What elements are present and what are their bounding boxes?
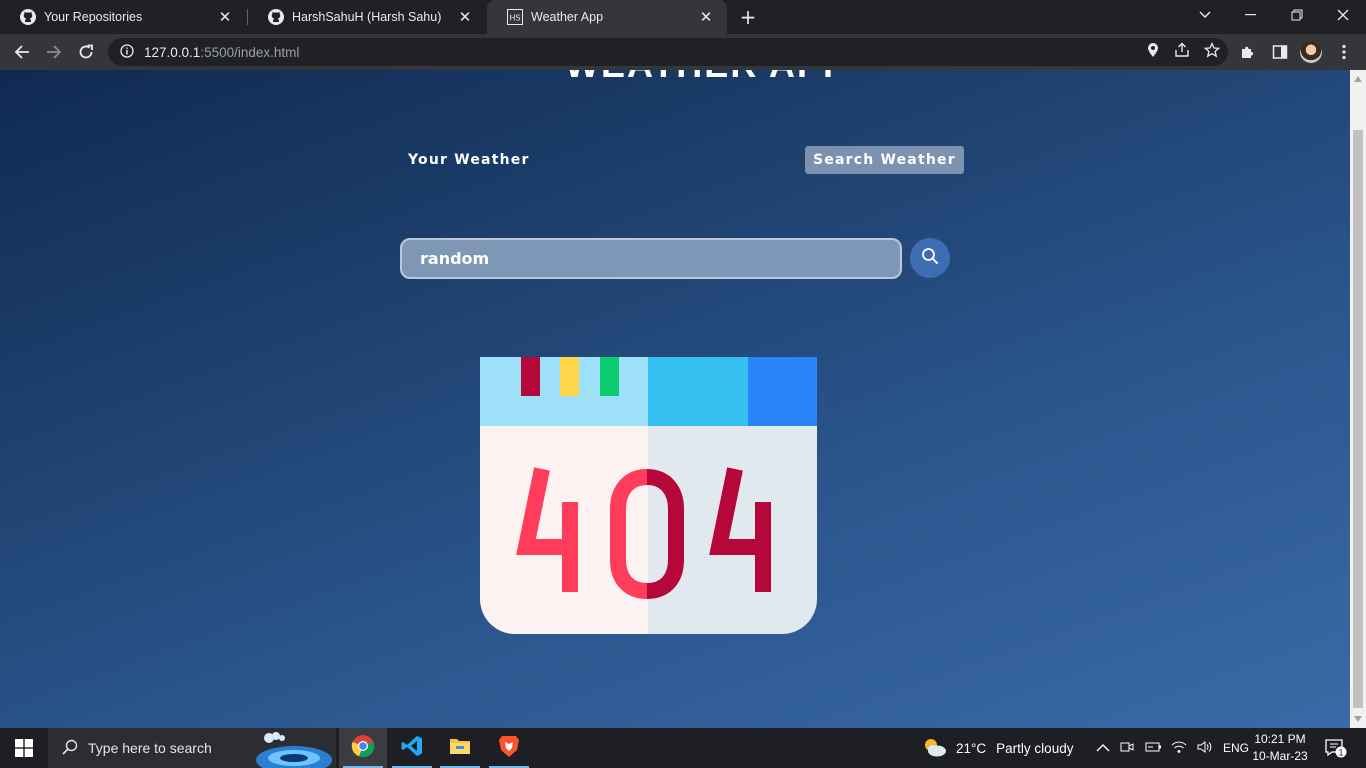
forward-arrow-icon[interactable] bbox=[40, 38, 68, 66]
page-scrollbar[interactable] bbox=[1350, 70, 1366, 728]
weather-desc: Partly cloudy bbox=[996, 740, 1074, 756]
hs-logo-icon: HS bbox=[507, 9, 523, 25]
location-pin-icon[interactable] bbox=[1146, 42, 1160, 62]
search-highlight-illustration-icon bbox=[254, 730, 336, 768]
search-form bbox=[400, 238, 950, 280]
calendar-tab-yellow bbox=[560, 357, 579, 396]
vscode-icon bbox=[400, 734, 424, 762]
weather-temp: 21°C bbox=[956, 740, 987, 756]
city-search-input[interactable] bbox=[400, 238, 902, 279]
kebab-menu-icon[interactable] bbox=[1330, 38, 1358, 66]
search-icon bbox=[62, 739, 78, 758]
clock-time: 10:21 PM bbox=[1254, 732, 1306, 746]
scroll-down-arrow-icon[interactable] bbox=[1354, 716, 1362, 722]
github-icon bbox=[268, 9, 284, 25]
taskbar-file-explorer[interactable] bbox=[436, 728, 484, 768]
taskbar-clock[interactable]: 10:21 PM 10-Mar-23 bbox=[1248, 731, 1312, 765]
close-tab-icon[interactable]: ✕ bbox=[216, 8, 234, 26]
taskbar-weather-widget[interactable]: 21°C Partly cloudy bbox=[922, 728, 1073, 768]
browser-tab-weather-app[interactable]: HS Weather App ✕ bbox=[487, 0, 727, 34]
share-icon[interactable] bbox=[1174, 42, 1190, 62]
app-title: WEATHER APP bbox=[565, 70, 849, 86]
notification-count: 1 bbox=[1338, 748, 1343, 758]
reload-icon[interactable] bbox=[72, 38, 100, 66]
taskbar-chrome[interactable] bbox=[339, 728, 387, 768]
svg-text:HS: HS bbox=[509, 14, 520, 23]
not-found-calendar-illustration bbox=[480, 357, 817, 634]
tab-your-weather[interactable]: Your Weather bbox=[400, 146, 538, 174]
address-bar[interactable]: 127.0.0.1:5500/index.html bbox=[108, 38, 1228, 66]
clock-date: 10-Mar-23 bbox=[1252, 749, 1308, 763]
taskbar-search-placeholder: Type here to search bbox=[88, 740, 212, 756]
partly-cloudy-icon bbox=[922, 736, 948, 761]
tab-title: Weather App bbox=[531, 10, 604, 24]
minimize-icon[interactable] bbox=[1228, 0, 1274, 30]
calendar-tab-green bbox=[600, 357, 619, 396]
close-window-icon[interactable] bbox=[1320, 0, 1366, 30]
page-viewport: WEATHER APP Your Weather Search Weather bbox=[0, 70, 1350, 728]
restore-icon[interactable] bbox=[1274, 0, 1320, 30]
url-text: 127.0.0.1:5500/index.html bbox=[144, 44, 300, 60]
browser-tab-repositories[interactable]: Your Repositories ✕ bbox=[0, 0, 246, 34]
wifi-icon[interactable] bbox=[1171, 740, 1187, 757]
taskbar-search-box[interactable]: Type here to search bbox=[48, 728, 336, 768]
scrollbar-thumb[interactable] bbox=[1353, 130, 1363, 708]
side-panel-icon[interactable] bbox=[1266, 38, 1294, 66]
extensions-puzzle-icon[interactable] bbox=[1234, 38, 1262, 66]
notification-center-icon[interactable]: 1 bbox=[1324, 728, 1348, 768]
site-info-icon[interactable] bbox=[120, 43, 134, 62]
new-tab-button[interactable]: + bbox=[737, 5, 759, 29]
chevron-up-icon[interactable] bbox=[1096, 741, 1110, 756]
back-arrow-icon[interactable] bbox=[8, 38, 36, 66]
close-tab-icon[interactable]: ✕ bbox=[697, 8, 715, 26]
taskbar-vscode[interactable] bbox=[388, 728, 436, 768]
search-icon bbox=[921, 247, 939, 269]
github-icon bbox=[20, 9, 36, 25]
brave-lion-icon bbox=[498, 734, 520, 762]
close-tab-icon[interactable]: ✕ bbox=[456, 8, 474, 26]
windows-start-icon[interactable] bbox=[0, 728, 48, 768]
browser-toolbar: 127.0.0.1:5500/index.html bbox=[0, 34, 1366, 70]
tab-search-weather[interactable]: Search Weather bbox=[805, 146, 964, 174]
windows-taskbar: Type here to search 21°C Partly cloudy E… bbox=[0, 728, 1366, 768]
tab-search-chevron-icon[interactable] bbox=[1182, 0, 1228, 30]
search-button[interactable] bbox=[910, 238, 950, 278]
battery-plug-icon[interactable] bbox=[1144, 740, 1162, 757]
scroll-up-arrow-icon[interactable] bbox=[1354, 76, 1362, 82]
volume-icon[interactable] bbox=[1196, 740, 1214, 757]
profile-avatar[interactable] bbox=[1300, 41, 1322, 63]
system-tray: ENG bbox=[1096, 728, 1249, 768]
taskbar-brave[interactable] bbox=[485, 728, 533, 768]
meet-now-icon[interactable] bbox=[1119, 739, 1135, 758]
folder-icon bbox=[448, 734, 472, 762]
browser-tab-strip: Your Repositories ✕ HarshSahuH (Harsh Sa… bbox=[0, 0, 1366, 34]
chrome-icon bbox=[351, 734, 375, 762]
language-indicator[interactable]: ENG bbox=[1223, 741, 1249, 755]
calendar-tab-red bbox=[521, 357, 540, 396]
bookmark-star-icon[interactable] bbox=[1203, 41, 1221, 62]
tab-title: Your Repositories bbox=[44, 10, 143, 24]
browser-tab-profile[interactable]: HarshSahuH (Harsh Sahu) ✕ bbox=[248, 0, 486, 34]
tab-title: HarshSahuH (Harsh Sahu) bbox=[292, 10, 442, 24]
